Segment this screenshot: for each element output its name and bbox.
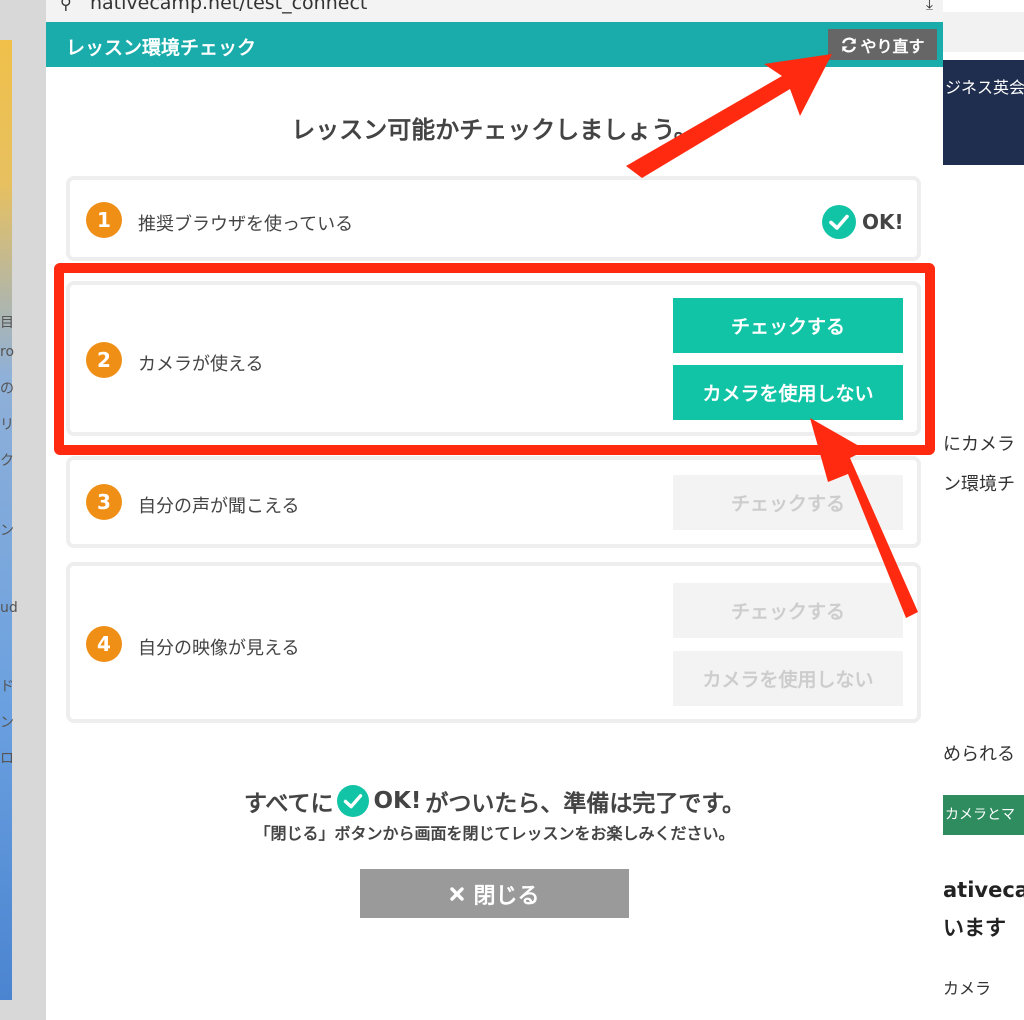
video-no-camera-button[interactable]: カメラを使用しない xyxy=(673,651,903,706)
url-text[interactable]: nativecamp.net/test_connect xyxy=(90,0,367,14)
step-label: 自分の声が聞こえる xyxy=(138,496,300,517)
background-text: ン環境チ xyxy=(943,474,1015,495)
background-text: められる xyxy=(943,744,1015,765)
environment-check-modal: レッスン環境チェック やり直す レッスン可能かチェックしましょう。 1 推奨ブラ… xyxy=(46,22,943,1020)
background-heading: います xyxy=(943,916,1006,940)
close-button[interactable]: 閉じる xyxy=(360,869,629,918)
download-icon[interactable]: ⤓ xyxy=(926,0,933,14)
background-text-fragment: ン xyxy=(0,523,14,539)
completion-text-after: がついたら、準備は完了です。 xyxy=(425,791,746,817)
close-label: 閉じる xyxy=(473,882,540,908)
browser-address-bar[interactable]: ⚲ nativecamp.net/test_connect ⤓ xyxy=(46,0,943,22)
no-camera-button[interactable]: カメラを使用しない xyxy=(673,365,903,420)
background-camera-button[interactable]: カメラとマ xyxy=(943,795,1024,835)
video-check-button[interactable]: チェックする xyxy=(673,583,903,638)
site-info-icon[interactable]: ⚲ xyxy=(60,0,72,13)
check-step-audio: 3 自分の声が聞こえる チェックする xyxy=(66,456,921,548)
background-text-fragment: リ xyxy=(0,417,14,433)
check-step-browser: 1 推奨ブラウザを使っている OK! xyxy=(66,176,921,261)
completion-subtext: 「閉じる」ボタンから画面を閉じてレッスンをお楽しみください。 xyxy=(254,824,735,843)
audio-check-button[interactable]: チェックする xyxy=(673,475,903,530)
refresh-icon xyxy=(842,37,857,52)
background-text-fragment: 目 xyxy=(0,315,14,331)
ok-status: OK! xyxy=(822,205,904,239)
background-heading: ativeca xyxy=(943,878,1024,902)
modal-header: レッスン環境チェック やり直す xyxy=(46,22,943,67)
background-text-fragment: ド xyxy=(0,679,14,695)
step-number-badge: 2 xyxy=(86,342,122,378)
step-number-badge: 4 xyxy=(86,626,122,662)
background-text-fragment: ロ xyxy=(0,751,14,767)
ok-label: OK! xyxy=(862,210,904,234)
retry-button[interactable]: やり直す xyxy=(828,29,937,60)
check-circle-icon xyxy=(822,205,856,239)
completion-message: すべてに OK! がついたら、準備は完了です。 xyxy=(46,784,943,818)
background-text-fragment: ro xyxy=(0,344,15,360)
step-label: 推奨ブラウザを使っている xyxy=(138,214,354,235)
step-label: 自分の映像が見える xyxy=(138,638,300,659)
background-nav-text: ジネス英会 xyxy=(945,78,1024,97)
camera-check-button[interactable]: チェックする xyxy=(673,298,903,353)
background-text-fragment: ン xyxy=(0,715,14,731)
background-text: にカメラ xyxy=(943,434,1015,455)
background-text-fragment: ud xyxy=(0,600,18,616)
background-address-bar xyxy=(943,12,1024,52)
check-step-video: 4 自分の映像が見える チェックする カメラを使用しない xyxy=(66,562,921,723)
background-text-fragment: の xyxy=(0,381,14,397)
completion-ok: OK! xyxy=(373,788,422,814)
completion-text-before: すべてに xyxy=(243,791,334,817)
retry-label: やり直す xyxy=(860,38,925,56)
close-icon xyxy=(450,886,465,901)
step-label: カメラが使える xyxy=(138,354,264,375)
background-text: カメラ xyxy=(943,979,992,998)
modal-title: レッスン環境チェック xyxy=(66,37,257,59)
modal-headline: レッスン可能かチェックしましょう。 xyxy=(291,116,698,144)
check-step-camera: 2 カメラが使える チェックする カメラを使用しない xyxy=(66,281,921,436)
step-number-badge: 1 xyxy=(86,202,122,238)
step-number-badge: 3 xyxy=(86,484,122,520)
check-circle-icon xyxy=(337,785,370,817)
background-nav-bar: ジネス英会 xyxy=(943,60,1024,165)
background-text-fragment: ク xyxy=(0,453,14,469)
